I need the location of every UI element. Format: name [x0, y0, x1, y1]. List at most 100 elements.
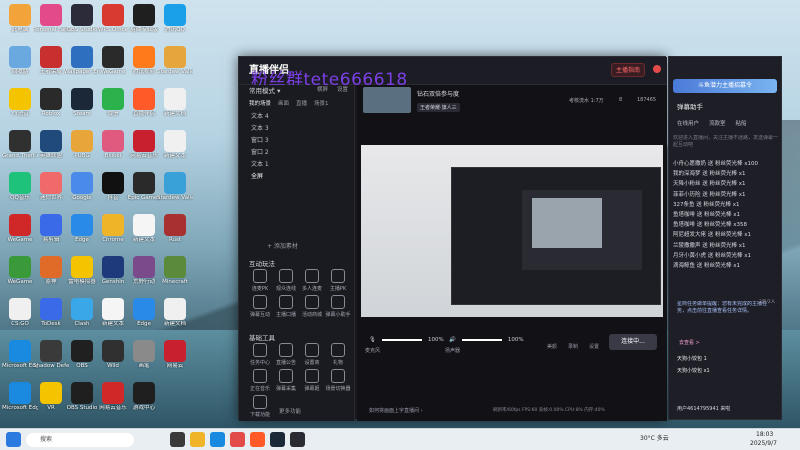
desktop-icon[interactable]: Stardew Valley — [157, 44, 193, 84]
tool-icon — [305, 369, 319, 383]
chat-message: 阿尼超发大佬 送 粉丝荧光棒 x1 — [673, 232, 751, 239]
panel-title: 弹幕助手 — [677, 103, 703, 111]
edge-icon[interactable] — [210, 432, 225, 447]
desktop-icon[interactable]: Rust — [157, 212, 193, 252]
app-icon — [40, 130, 62, 152]
tool-button[interactable]: 连麦PK — [247, 269, 273, 292]
scene-item[interactable]: 窗口 3 — [239, 135, 355, 147]
mic-control[interactable]: 🎙 100% — [369, 337, 444, 343]
speaker-control[interactable]: 🔊 100% — [449, 337, 524, 343]
tool-button[interactable]: 多人连麦 — [299, 269, 325, 292]
tool-button[interactable]: 场景切换器 — [325, 369, 351, 392]
tool-button[interactable]: 任务中心 — [247, 343, 273, 366]
avatar[interactable] — [653, 65, 661, 73]
scene-item[interactable]: 全屏 — [239, 171, 355, 183]
desktop-icon-label: 新建文本 — [163, 153, 186, 159]
tool-label: 主播PK — [329, 286, 347, 292]
desktop-icon[interactable]: 腾讯QQ — [157, 2, 193, 42]
desktop-icon[interactable]: 新建文本 — [157, 128, 193, 168]
stream-preview[interactable] — [361, 145, 663, 317]
tool-button[interactable]: 主播口播 — [273, 295, 299, 318]
scene-thumbnail[interactable] — [363, 87, 411, 113]
tab-live[interactable]: 直播 — [296, 99, 307, 107]
clock-time[interactable]: 18:03 — [756, 431, 773, 438]
record-button[interactable]: 录制 — [568, 343, 578, 350]
app-icon — [133, 172, 155, 194]
tool-button[interactable]: 设置商 — [299, 343, 325, 366]
app-icon — [9, 4, 31, 26]
speaker-icon: 🔊 — [449, 337, 456, 343]
status-help-link[interactable]: 如何将画面上字直播间 › — [369, 407, 423, 414]
desktop-icon[interactable]: 新建文档 — [157, 296, 193, 336]
app-icon — [9, 172, 31, 194]
mic-icon: 🎙 — [369, 337, 376, 343]
category-tag[interactable]: 王者荣耀·旗人三 — [417, 103, 460, 112]
add-source-button[interactable]: + 添加素材 — [267, 241, 298, 250]
mic-value: 100% — [427, 337, 444, 343]
scene-title: 钻石双倍参与度 — [417, 91, 460, 98]
speaker-label: 扬声器 — [445, 348, 461, 354]
app-icon — [164, 172, 186, 194]
obs-icon[interactable] — [290, 432, 305, 447]
guide-button[interactable]: 主播指南 — [611, 63, 646, 77]
tool-icon — [279, 369, 293, 383]
task-view-icon[interactable] — [170, 432, 185, 447]
tab-online-users[interactable]: 在线用户 — [677, 119, 699, 127]
scene-item[interactable]: 文本 1 — [239, 159, 355, 171]
stat-count2: 187465 — [637, 97, 657, 103]
promo-banner[interactable]: 斗鱼潜力主播招募令 — [673, 79, 777, 93]
tab-picture[interactable]: 画面 — [278, 99, 289, 107]
app-icon — [133, 130, 155, 152]
chat-message: 鱼塔咖啡 送 粉丝荧光棒 x358 — [673, 222, 747, 229]
fold-button[interactable]: 横屏 — [317, 85, 328, 93]
tab-scene1[interactable]: 场景1 — [314, 99, 329, 107]
scene-item[interactable]: 窗口 2 — [239, 147, 355, 159]
desktop-icon[interactable]: 新建文档 — [157, 86, 193, 126]
more-tools-button[interactable]: 更多功能 — [279, 407, 301, 415]
explorer-icon[interactable] — [190, 432, 205, 447]
nested-preview — [451, 167, 661, 305]
desktop-icon-label: 腾讯QQ — [165, 27, 185, 33]
chat-message: 327条鱼 送 粉丝荧光棒 x1 — [673, 201, 740, 208]
clock-date[interactable]: 2025/9/7 — [750, 440, 777, 447]
app-icon — [71, 298, 93, 320]
beauty-button[interactable]: 美颜 — [547, 343, 557, 350]
start-icon[interactable] — [6, 432, 21, 447]
tab-room[interactable]: 流款室 — [709, 119, 726, 127]
tool-button[interactable]: 正在音乐 — [247, 369, 273, 392]
tool-icon — [331, 295, 345, 309]
app-titlebar: 直播伴侣 粉丝群tete666618 主播指南 — [239, 57, 667, 90]
tool-icon — [305, 295, 319, 309]
tab-fans[interactable]: 粘船 — [736, 119, 747, 127]
task-link[interactable]: 去查看 > — [679, 339, 700, 346]
app-icon[interactable] — [230, 432, 245, 447]
tool-button[interactable]: 主播PK — [325, 269, 351, 292]
taskbar-search[interactable]: 搜索 — [26, 433, 134, 447]
tool-button[interactable]: 弹幕小助手 — [325, 295, 351, 318]
steam-icon[interactable] — [270, 432, 285, 447]
mode-select[interactable]: 常用模式 ▾ — [249, 85, 280, 95]
desktop-icon[interactable]: Stardew Valley — [157, 170, 193, 210]
tab-my-scene[interactable]: 我的场景 — [249, 99, 271, 107]
bottom-settings-button[interactable]: 设置 — [589, 343, 599, 350]
desktop-icon[interactable]: 网易云 — [157, 338, 193, 378]
scene-item[interactable]: 文本 3 — [239, 123, 355, 135]
start-live-button[interactable]: 连接中... — [609, 334, 657, 350]
tool-button[interactable]: 直播公告 — [273, 343, 299, 366]
tool-button[interactable]: 礼物 — [325, 343, 351, 366]
tool-button[interactable]: 活动商城 — [299, 295, 325, 318]
tool-button[interactable]: 弹幕互动 — [247, 295, 273, 318]
app-icon — [40, 172, 62, 194]
streaming-app-icon[interactable] — [250, 432, 265, 447]
weather[interactable]: 30°C 多云 — [640, 433, 669, 442]
desktop-icon[interactable] — [157, 380, 193, 420]
tool-icon — [253, 343, 267, 357]
tool-button[interactable]: 下载功能 — [247, 395, 273, 418]
tool-button[interactable]: 弹幕采集 — [273, 369, 299, 392]
tool-button[interactable]: 弹幕姬 — [299, 369, 325, 392]
scene-item[interactable]: 文本 4 — [239, 111, 355, 123]
settings-button[interactable]: 设置 — [337, 85, 348, 93]
app-icon — [40, 382, 62, 404]
tool-button[interactable]: 观众连线 — [273, 269, 299, 292]
desktop-icon[interactable]: Minecraft — [157, 254, 193, 294]
